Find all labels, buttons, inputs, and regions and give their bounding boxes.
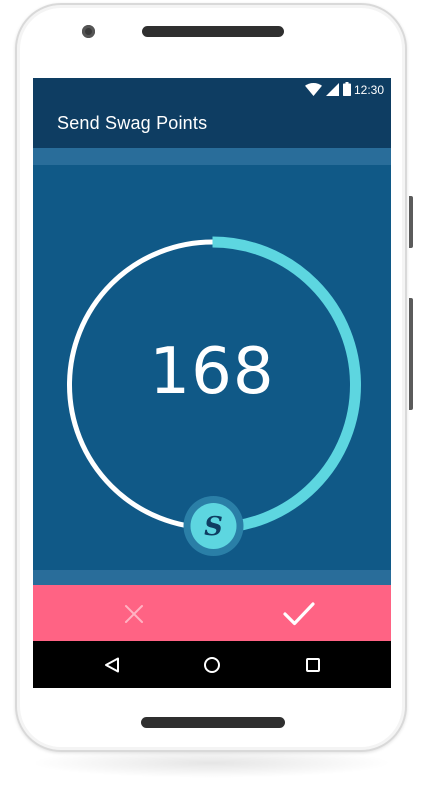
close-icon (125, 605, 143, 623)
recents-icon (306, 658, 320, 672)
front-camera (82, 25, 95, 38)
dial-knob[interactable]: S (183, 496, 244, 556)
back-icon (105, 657, 119, 673)
navigation-bar (33, 641, 391, 688)
recents-button[interactable] (301, 653, 325, 677)
earpiece-speaker (142, 26, 284, 37)
swag-logo-icon: S (204, 512, 223, 542)
check-icon (283, 602, 315, 626)
home-icon (204, 657, 220, 673)
volume-button[interactable] (409, 298, 413, 410)
home-button[interactable] (200, 653, 224, 677)
points-value: 168 (149, 335, 275, 409)
screen: 12:30 Send Swag Points S 168 (33, 78, 391, 688)
power-button[interactable] (409, 196, 413, 248)
phone-shadow (30, 748, 393, 778)
cancel-button[interactable] (112, 599, 156, 629)
bottom-speaker (141, 717, 285, 728)
divider-stripe-bottom (33, 570, 391, 585)
back-button[interactable] (100, 653, 124, 677)
confirm-button[interactable] (277, 597, 321, 631)
action-bar (33, 585, 391, 641)
